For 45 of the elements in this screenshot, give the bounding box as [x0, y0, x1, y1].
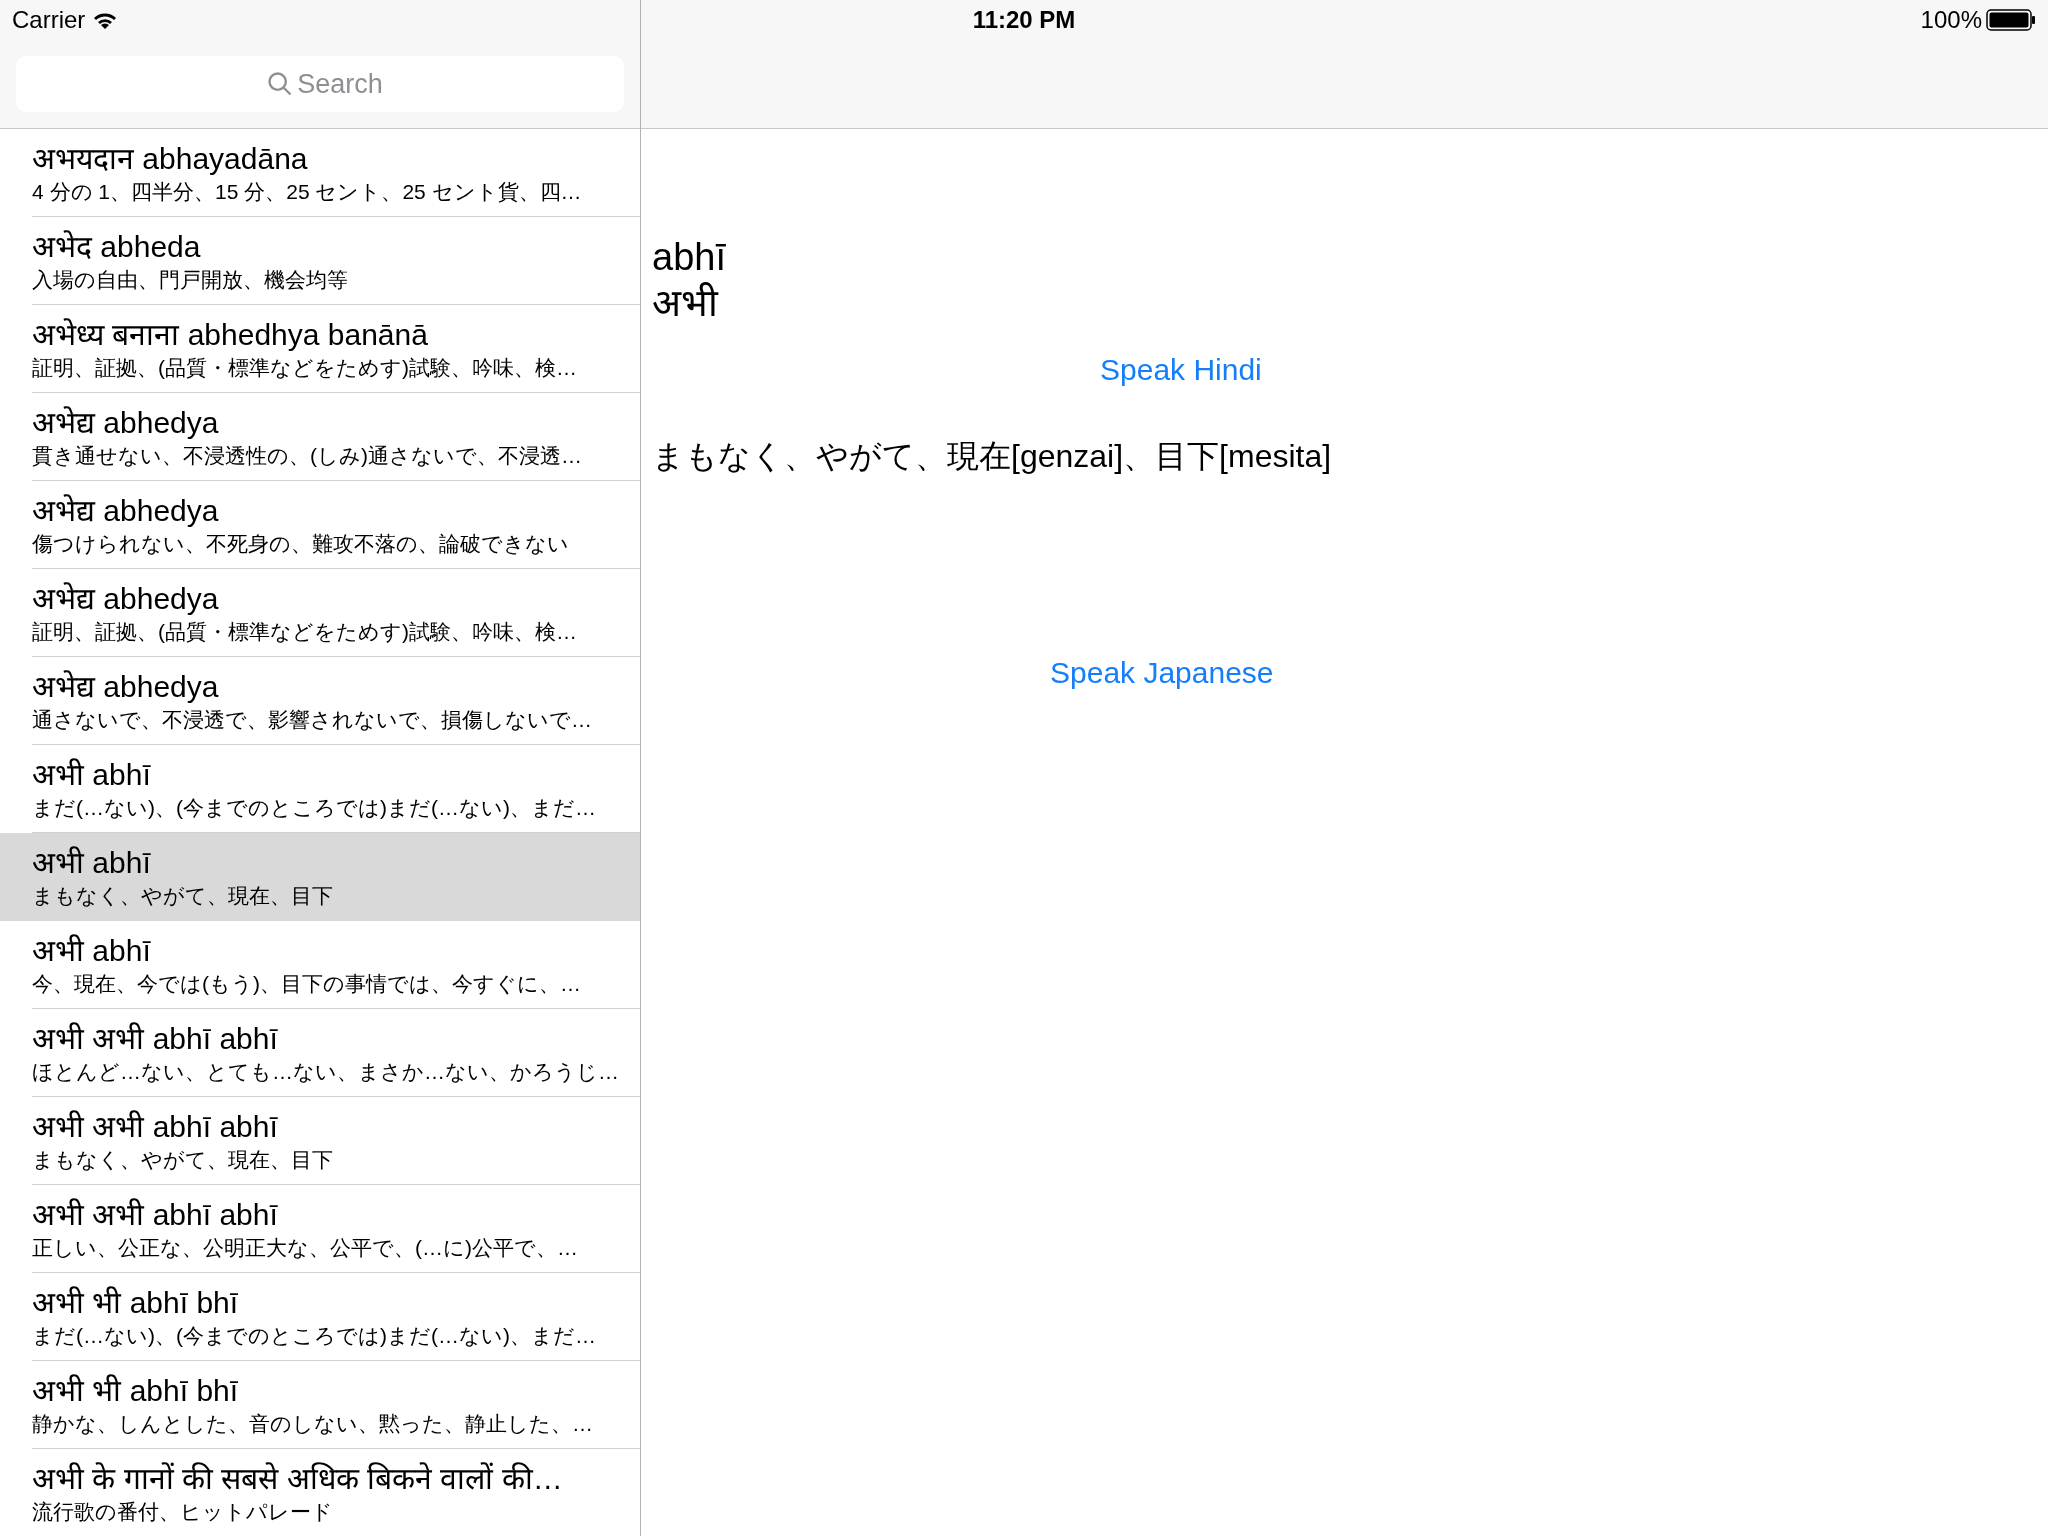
entry-subtitle: 貫き通せない、不浸透性の、(しみ)通さないで、不浸透…: [32, 442, 583, 469]
entry-subtitle: ほとんど…ない、とても…ない、まさか…ない、かろうじ…: [32, 1058, 620, 1085]
entry-subtitle: 入場の自由、門戸開放、機会均等: [32, 266, 349, 293]
entry-subtitle: まもなく、やがて、現在、目下: [32, 883, 334, 909]
entry-subtitle: まもなく、やがて、現在、目下: [32, 1146, 334, 1173]
speak-hindi-link[interactable]: Speak Hindi: [1100, 347, 1262, 392]
entry-subtitle: 静かな、しんとした、音のしない、黙った、静止した、…: [32, 1410, 594, 1437]
entry-subtitle: まだ(…ない)、(今までのところでは)まだ(…ない)、まだ…: [32, 1322, 597, 1349]
entry-subtitle: 正しい、公正な、公明正大な、公平で、(…に)公平で、…: [32, 1234, 579, 1261]
entry-subtitle: 通さないで、不浸透で、影響されないで、損傷しないで…: [32, 706, 593, 733]
entry-title: अभेध्य बनाना abhedhya banānā: [32, 316, 429, 353]
entry-title: अभी अभी abhī abhī: [32, 1108, 279, 1145]
entry-title: अभेद्य abhedya: [32, 580, 220, 617]
battery-percent: 100%: [1920, 5, 1982, 35]
entry-title: अभेद्य abhedya: [32, 404, 220, 441]
hindi-word: अभी: [652, 281, 720, 326]
romanization: abhī: [652, 235, 727, 279]
entry-subtitle: 傷つけられない、不死身の、難攻不落の、論破できない: [32, 530, 570, 557]
entry-subtitle: 証明、証拠、(品質・標準などをためす)試験、吟味、検…: [32, 354, 578, 381]
entry-title: अभी भी abhī bhī: [32, 1284, 240, 1321]
battery-icon: [1986, 9, 2036, 31]
clock: 11:20 PM: [972, 5, 1076, 35]
entry-title: अभी अभी abhī abhī: [32, 1020, 279, 1057]
entry-subtitle: 4 分の 1、四半分、15 分、25 セント、25 セント貨、四…: [32, 178, 583, 205]
entry-title: अभयदान abhayadāna: [32, 140, 309, 177]
entry-title: अभी के गानों की सबसे अधिक बिकने वालों की…: [32, 1460, 564, 1497]
carrier-label: Carrier: [12, 5, 86, 35]
entry-title: अभेद्य abhedya: [32, 668, 220, 705]
entry-title: अभी अभी abhī abhī: [32, 1196, 279, 1233]
entry-title: अभी abhī: [32, 932, 152, 969]
speak-japanese-link[interactable]: Speak Japanese: [1050, 650, 1274, 695]
entry-subtitle: まだ(…ない)、(今までのところでは)まだ(…ない)、まだ…: [32, 794, 597, 821]
entry-title: अभेद abheda: [32, 228, 202, 265]
list-item[interactable]: अभी abhī まもなく、やがて、現在、目下: [0, 833, 640, 921]
entry-title: अभेद्य abhedya: [32, 492, 220, 529]
entry-subtitle: 流行歌の番付、ヒットパレード: [32, 1498, 334, 1525]
entry-title: अभी abhī: [32, 756, 152, 793]
entry-subtitle: 証明、証拠、(品質・標準などをためす)試験、吟味、検…: [32, 618, 578, 645]
search-field[interactable]: Search: [16, 56, 624, 112]
entry-title: अभी भी abhī bhī: [32, 1372, 240, 1409]
wifi-icon: [93, 11, 118, 29]
meaning: まもなく、やがて、現在[genzai]、目下[mesita]: [652, 437, 1333, 476]
entry-subtitle: 今、現在、今では(もう)、目下の事情では、今すぐに、…: [32, 970, 582, 997]
entry-title: अभी abhī: [32, 845, 152, 881]
search-icon: [266, 70, 294, 98]
